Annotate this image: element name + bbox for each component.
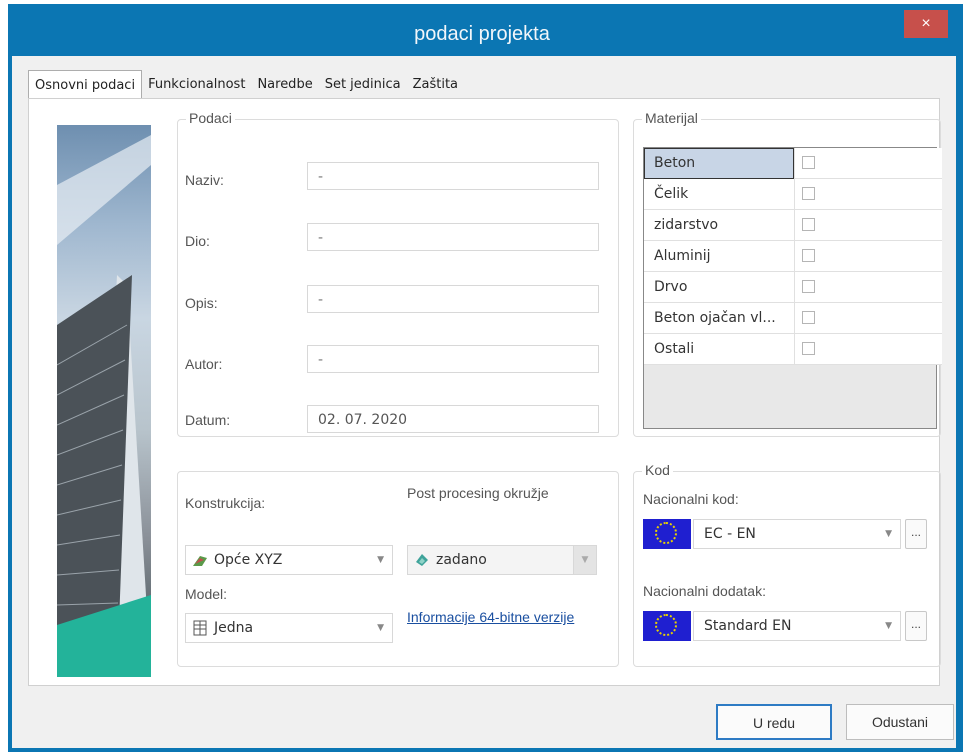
nacionalni-kod-value: EC - EN bbox=[704, 526, 756, 542]
64bit-info-link[interactable]: Informacije 64-bitne verzije bbox=[407, 609, 574, 625]
column-divider bbox=[794, 241, 795, 272]
materijal-name: Beton ojačan vl... bbox=[654, 310, 776, 326]
konstrukcija-value: Opće XYZ bbox=[214, 552, 283, 568]
eu-flag-icon bbox=[643, 519, 691, 549]
tab-naredbe[interactable]: Naredbe bbox=[251, 72, 318, 98]
nacionalni-kod-browse-button[interactable]: ... bbox=[905, 519, 927, 549]
model-select[interactable]: Jedna ▼ bbox=[185, 613, 393, 643]
chevron-down-icon: ▼ bbox=[573, 546, 596, 574]
post-processing-select[interactable]: zadano ▼ bbox=[407, 545, 597, 575]
tab-strip: Osnovni podaci Funkcionalnost Naredbe Se… bbox=[28, 70, 464, 99]
tab-set-jedinica[interactable]: Set jedinica bbox=[319, 72, 407, 98]
materijal-name: Ostali bbox=[654, 341, 695, 357]
materijal-row-beton[interactable]: Beton bbox=[644, 148, 942, 179]
tab-panel: Podaci Naziv: - Dio: - Opis: - Autor: - … bbox=[28, 98, 942, 686]
post-processing-value: zadano bbox=[436, 552, 487, 568]
nacionalni-kod-label: Nacionalni kod: bbox=[643, 491, 739, 507]
naziv-field[interactable]: - bbox=[307, 162, 599, 190]
nacionalni-kod-select[interactable]: EC - EN ▼ bbox=[693, 519, 901, 549]
column-divider bbox=[794, 179, 795, 210]
konstrukcija-label: Konstrukcija: bbox=[185, 495, 266, 511]
konstrukcija-select[interactable]: Opće XYZ ▼ bbox=[185, 545, 393, 575]
autor-label: Autor: bbox=[185, 356, 223, 372]
eu-stars bbox=[655, 614, 677, 636]
materijal-row-celik[interactable]: Čelik bbox=[644, 179, 942, 210]
column-divider bbox=[794, 303, 795, 334]
materijal-row-aluminij[interactable]: Aluminij bbox=[644, 241, 942, 272]
column-divider bbox=[794, 334, 795, 365]
post-processing-icon bbox=[416, 554, 428, 566]
kod-group-title: Kod bbox=[642, 462, 673, 478]
dio-label: Dio: bbox=[185, 233, 210, 249]
tab-funkcionalnost[interactable]: Funkcionalnost bbox=[142, 72, 251, 98]
close-button[interactable]: × bbox=[904, 10, 948, 38]
materijal-name: zidarstvo bbox=[654, 217, 719, 233]
materijal-name: Aluminij bbox=[654, 248, 711, 264]
title-bar: podaci projekta × bbox=[8, 4, 956, 56]
materijal-checkbox[interactable] bbox=[802, 156, 815, 169]
ok-button[interactable]: U redu bbox=[716, 704, 832, 740]
autor-field[interactable]: - bbox=[307, 345, 599, 373]
chevron-down-icon: ▼ bbox=[377, 555, 384, 565]
materijal-checkbox[interactable] bbox=[802, 187, 815, 200]
window-title: podaci projekta bbox=[414, 23, 550, 45]
datum-label: Datum: bbox=[185, 412, 231, 428]
podaci-group-title: Podaci bbox=[186, 110, 235, 126]
opis-field[interactable]: - bbox=[307, 285, 599, 313]
chevron-down-icon: ▼ bbox=[885, 529, 892, 539]
post-processing-label: Post procesing okružje bbox=[407, 485, 549, 501]
materijal-name: Beton bbox=[654, 155, 696, 171]
nacionalni-dodatak-select[interactable]: Standard EN ▼ bbox=[693, 611, 901, 641]
materijal-row-drvo[interactable]: Drvo bbox=[644, 272, 942, 303]
materijal-checkbox[interactable] bbox=[802, 280, 815, 293]
materijal-row-beton-ojacan[interactable]: Beton ojačan vl... bbox=[644, 303, 942, 334]
materijal-row-ostali[interactable]: Ostali bbox=[644, 334, 942, 365]
materijal-checkbox[interactable] bbox=[802, 249, 815, 262]
materijal-name: Čelik bbox=[654, 186, 689, 202]
dio-field[interactable]: - bbox=[307, 223, 599, 251]
dialog-client-area: Osnovni podaci Funkcionalnost Naredbe Se… bbox=[12, 56, 956, 748]
eu-stars bbox=[655, 522, 677, 544]
datum-field[interactable]: 02. 07. 2020 bbox=[307, 405, 599, 433]
materijal-checkbox[interactable] bbox=[802, 311, 815, 324]
materijal-group-title: Materijal bbox=[642, 110, 701, 126]
column-divider bbox=[794, 148, 795, 179]
nacionalni-dodatak-browse-button[interactable]: ... bbox=[905, 611, 927, 641]
building-image bbox=[57, 125, 151, 677]
model-value: Jedna bbox=[214, 620, 254, 636]
column-divider bbox=[794, 210, 795, 241]
chevron-down-icon: ▼ bbox=[885, 621, 892, 631]
dialog-window: podaci projekta × Osnovni podaci Funkcio… bbox=[8, 4, 963, 752]
materijal-row-zidarstvo[interactable]: zidarstvo bbox=[644, 210, 942, 241]
nacionalni-dodatak-value: Standard EN bbox=[704, 618, 792, 634]
tab-osnovni-podaci[interactable]: Osnovni podaci bbox=[28, 70, 143, 99]
tab-zastita[interactable]: Zaštita bbox=[407, 72, 464, 98]
materijal-checkbox[interactable] bbox=[802, 342, 815, 355]
eu-flag-icon bbox=[643, 611, 691, 641]
chevron-down-icon: ▼ bbox=[377, 623, 384, 633]
opis-label: Opis: bbox=[185, 295, 218, 311]
construction-crane-icon bbox=[193, 556, 207, 566]
materijal-table[interactable]: Beton Čelik zidarstvo Aluminij Drvo Beto… bbox=[643, 147, 942, 429]
materijal-name: Drvo bbox=[654, 279, 688, 295]
cancel-button[interactable]: Odustani bbox=[846, 704, 954, 740]
model-icon bbox=[193, 620, 207, 636]
column-divider bbox=[794, 272, 795, 303]
naziv-label: Naziv: bbox=[185, 172, 224, 188]
materijal-checkbox[interactable] bbox=[802, 218, 815, 231]
nacionalni-dodatak-label: Nacionalni dodatak: bbox=[643, 583, 766, 599]
model-label: Model: bbox=[185, 586, 228, 602]
